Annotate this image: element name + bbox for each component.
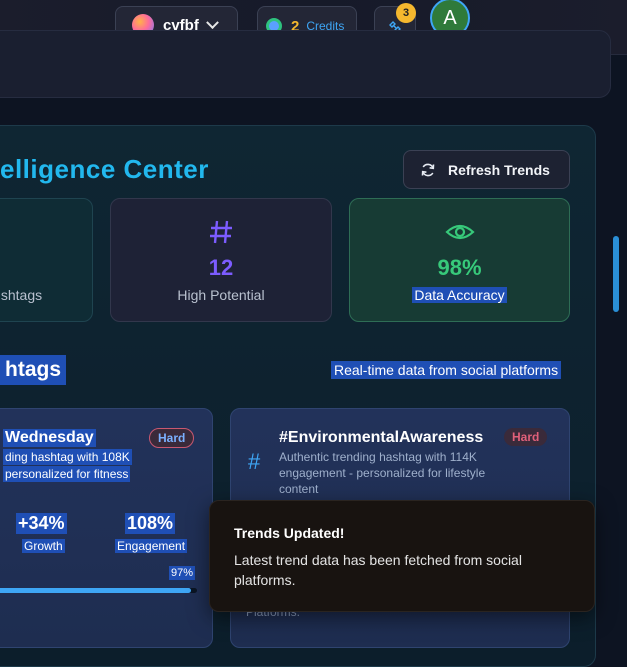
card-description-line: ding hashtag with 108K (3, 449, 132, 465)
stat-label: Data Accuracy (412, 287, 507, 303)
stat-label: shtags (0, 287, 43, 303)
notification-count-badge: 3 (396, 3, 416, 23)
progress-bar (0, 588, 197, 593)
trend-card[interactable]: Wednesday Hard ding hashtag with 108K pe… (0, 408, 213, 648)
chevron-down-icon (205, 15, 219, 29)
card-description-line: content (279, 482, 319, 496)
engagement-label: Engagement (115, 539, 188, 553)
card-description-line: personalized for fitness (3, 466, 131, 482)
refresh-trends-label: Refresh Trends (448, 161, 550, 178)
difficulty-badge: Hard (504, 428, 548, 446)
stat-card-high-potential: 12 High Potential (110, 198, 332, 322)
section-subtitle: Real-time data from social platforms (331, 361, 562, 379)
toast-notification[interactable]: Trends Updated! Latest trend data has be… (209, 500, 595, 612)
eye-icon (444, 224, 475, 240)
scrollbar-thumb[interactable] (613, 236, 619, 312)
scrollbar-track[interactable] (611, 60, 621, 625)
stat-value: 98% (437, 255, 482, 280)
stat-card-hashtags: shtags (0, 198, 93, 322)
stat-card-data-accuracy: 98% Data Accuracy (349, 198, 570, 322)
hash-icon (210, 220, 232, 244)
card-title: #EnvironmentalAwareness (279, 429, 484, 446)
progress-fill (0, 588, 191, 593)
hashtag-icon: # (248, 449, 261, 474)
growth-label: Growth (22, 539, 65, 553)
progress-percent: 97% (169, 566, 196, 580)
upper-panel (0, 30, 611, 98)
section-title: htags (0, 355, 67, 385)
stat-value: 12 (208, 255, 234, 280)
card-description-line: engagement - personalized for lifestyle (279, 466, 486, 480)
toast-title: Trends Updated! (234, 525, 345, 541)
page-title: elligence Center (0, 154, 209, 184)
card-title: Wednesday (3, 429, 96, 447)
stat-label: High Potential (177, 287, 265, 303)
refresh-trends-button[interactable]: Refresh Trends (403, 150, 570, 189)
toast-message: Latest trend data has been fetched from … (234, 552, 522, 588)
difficulty-badge: Hard (149, 428, 195, 448)
card-description-line: Authentic trending hashtag with 114K (279, 450, 477, 464)
engagement-value: 108% (125, 513, 176, 534)
refresh-icon (421, 163, 435, 176)
growth-value: +34% (16, 513, 67, 534)
